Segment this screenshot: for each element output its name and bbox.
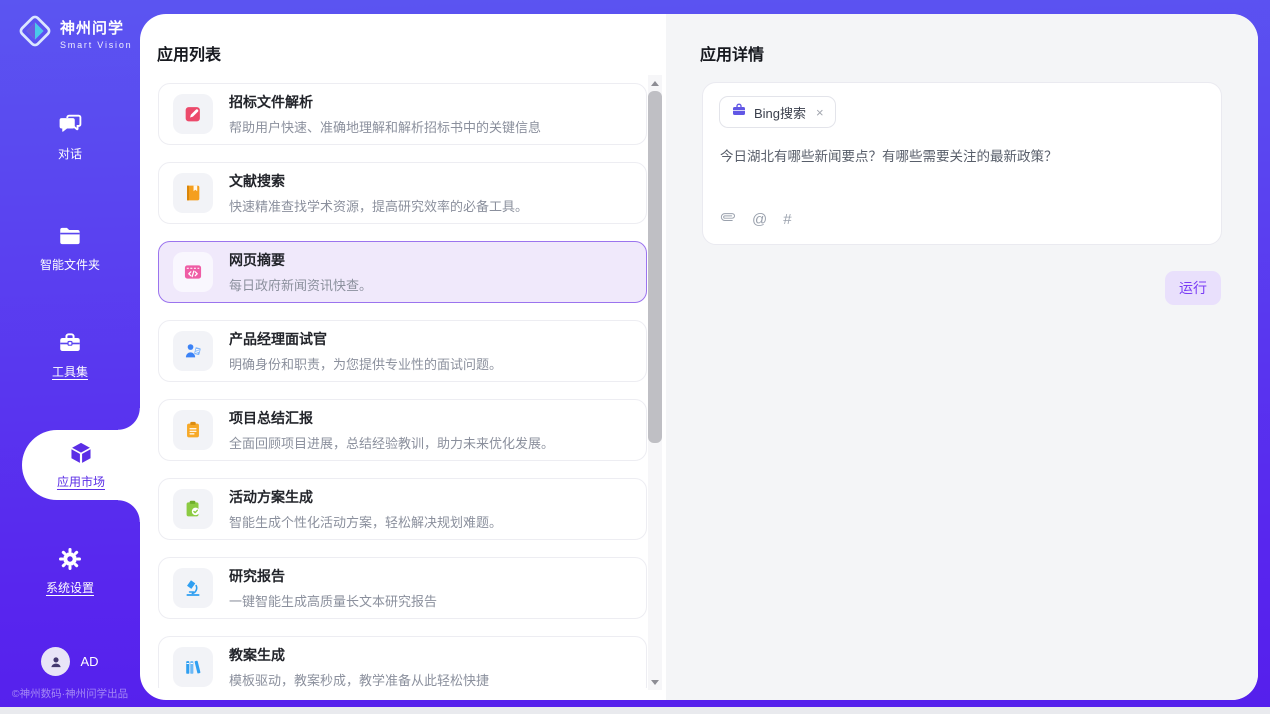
copyright: ©神州数码·神州问学出品: [0, 686, 140, 701]
clipboard-icon: [173, 410, 213, 450]
sidebar-item-system-settings[interactable]: 系统设置: [0, 546, 140, 596]
brand-subtitle: Smart Vision: [60, 40, 132, 50]
folder-icon: [57, 223, 83, 249]
app-name: 文献搜索: [229, 171, 528, 191]
app-card[interactable]: 文献搜索快速精准查找学术资源，提高研究效率的必备工具。: [158, 162, 647, 224]
app-name: 招标文件解析: [229, 92, 541, 112]
app-name: 项目总结汇报: [229, 408, 554, 428]
bottom-strip: [0, 707, 1270, 714]
sidebar-item-label: 对话: [58, 145, 82, 162]
app-card[interactable]: 产品经理面试官明确身份和职责，为您提供专业性的面试问题。: [158, 320, 647, 382]
app-card[interactable]: 项目总结汇报全面回顾项目进展，总结经验教训，助力未来优化发展。: [158, 399, 647, 461]
app-name: 网页摘要: [229, 250, 372, 270]
app-detail-title: 应用详情: [700, 41, 764, 65]
sidebar-item-label: 系统设置: [46, 579, 94, 596]
run-button[interactable]: 运行: [1165, 271, 1221, 305]
brand-logo-icon: [17, 13, 53, 54]
sidebar-item-label: 智能文件夹: [40, 256, 100, 273]
microscope-icon: [173, 568, 213, 608]
browser-code-icon: [173, 252, 213, 292]
app-card[interactable]: 网页摘要每日政府新闻资讯快查。: [158, 241, 647, 303]
tool-tag[interactable]: Bing搜索 ×: [719, 96, 836, 128]
sidebar-item-chat[interactable]: 对话: [0, 112, 140, 162]
app-desc: 智能生成个性化活动方案，轻松解决规划难题。: [229, 512, 502, 531]
app-name: 教案生成: [229, 645, 489, 665]
book-icon: [173, 173, 213, 213]
sidebar-item-smart-folders[interactable]: 智能文件夹: [0, 223, 140, 273]
paperclip-icon[interactable]: [720, 209, 736, 230]
main-container: 应用列表 招标文件解析帮助用户快速、准确地理解和解析招标书中的关键信息文献搜索快…: [140, 14, 1258, 700]
prompt-text[interactable]: 今日湖北有哪些新闻要点？有哪些需要关注的最新政策？: [720, 145, 1205, 165]
chat-icon: [57, 112, 83, 138]
prompt-card[interactable]: Bing搜索 × 今日湖北有哪些新闻要点？有哪些需要关注的最新政策？ @#: [702, 82, 1222, 245]
sidebar-item-label: 工具集: [52, 363, 88, 380]
toolbox-icon: [57, 330, 83, 356]
sidebar-item-label: 应用市场: [57, 473, 105, 490]
app-name: 活动方案生成: [229, 487, 502, 507]
attach-toolbar: @#: [720, 209, 792, 230]
app-name: 研究报告: [229, 566, 437, 586]
gear-icon: [57, 546, 83, 572]
brand-name: 神州问学: [60, 17, 132, 38]
user-initials: AD: [80, 654, 98, 669]
avatar[interactable]: [41, 647, 70, 676]
sidebar: 神州问学 Smart Vision 对话智能文件夹工具集应用市场系统设置 AD …: [0, 0, 140, 707]
interviewer-icon: [173, 331, 213, 371]
app-card[interactable]: 教案生成模板驱动，教案秒成，教学准备从此轻松快捷: [158, 636, 647, 688]
books-icon: [173, 647, 213, 687]
app-desc: 一键智能生成高质量长文本研究报告: [229, 591, 437, 610]
app-desc: 每日政府新闻资讯快查。: [229, 275, 372, 294]
hash-icon[interactable]: #: [783, 211, 791, 228]
app-list-panel: 应用列表 招标文件解析帮助用户快速、准确地理解和解析招标书中的关键信息文献搜索快…: [140, 14, 666, 700]
scrollbar[interactable]: [648, 75, 662, 690]
app-desc: 快速精准查找学术资源，提高研究效率的必备工具。: [229, 196, 528, 215]
clipboard-check-icon: [173, 489, 213, 529]
sidebar-item-app-market[interactable]: 应用市场: [22, 430, 140, 500]
app-list-title: 应用列表: [157, 41, 221, 65]
app-detail-panel: 应用详情 Bing搜索 × 今日湖北有哪些新闻要点？有哪些需要关注的最新政策？ …: [666, 14, 1258, 700]
scroll-down-arrow[interactable]: [648, 675, 662, 689]
app-card[interactable]: 招标文件解析帮助用户快速、准确地理解和解析招标书中的关键信息: [158, 83, 647, 145]
cube-icon: [68, 440, 94, 469]
briefcase-icon: [731, 102, 747, 123]
doc-edit-icon: [173, 94, 213, 134]
app-card-list: 招标文件解析帮助用户快速、准确地理解和解析招标书中的关键信息文献搜索快速精准查找…: [158, 83, 647, 688]
app-name: 产品经理面试官: [229, 329, 502, 349]
scroll-up-arrow[interactable]: [648, 76, 662, 90]
app-card[interactable]: 活动方案生成智能生成个性化活动方案，轻松解决规划难题。: [158, 478, 647, 540]
sidebar-item-toolset[interactable]: 工具集: [0, 330, 140, 380]
app-desc: 明确身份和职责，为您提供专业性的面试问题。: [229, 354, 502, 373]
app-desc: 帮助用户快速、准确地理解和解析招标书中的关键信息: [229, 117, 541, 136]
close-icon[interactable]: ×: [816, 105, 824, 120]
app-desc: 全面回顾项目进展，总结经验教训，助力未来优化发展。: [229, 433, 554, 452]
tool-tag-label: Bing搜索: [754, 103, 806, 122]
brand: 神州问学 Smart Vision: [17, 13, 132, 54]
app-desc: 模板驱动，教案秒成，教学准备从此轻松快捷: [229, 670, 489, 688]
app-card[interactable]: 研究报告一键智能生成高质量长文本研究报告: [158, 557, 647, 619]
user-row[interactable]: AD: [0, 647, 140, 676]
at-icon[interactable]: @: [752, 211, 767, 228]
scrollbar-thumb[interactable]: [648, 91, 662, 443]
